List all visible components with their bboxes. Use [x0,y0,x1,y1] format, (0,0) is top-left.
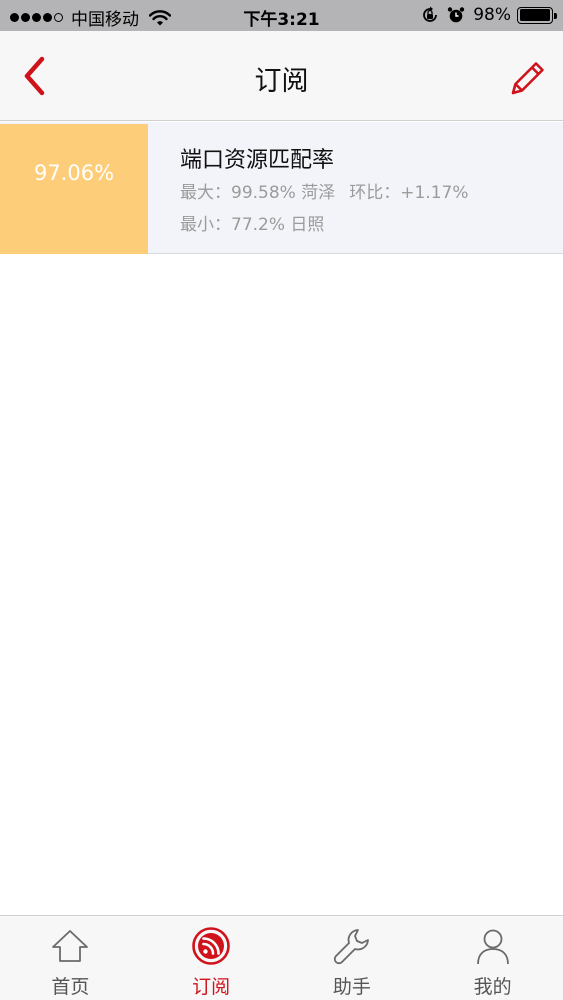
tab-subscribe[interactable]: 订阅 [141,916,282,1000]
tab-label-mine: 我的 [473,976,512,998]
pencil-icon [511,62,544,95]
user-icon [476,929,509,965]
battery-icon [517,6,557,24]
navigation-bar: 订阅 [0,31,563,121]
alarm-icon [447,6,465,24]
ratio-label: 环比： [349,183,401,203]
edit-button[interactable] [507,57,549,99]
tab-bar: 首页 订阅 助手 我的 [0,915,563,1000]
min-label: 最小： [180,215,231,235]
card-max-line: 最大：99.58% 菏泽 环比：+1.17% [180,178,468,203]
tab-mine[interactable]: 我的 [422,916,563,1000]
subscription-list: 97.06% 端口资源匹配率 最大：99.58% 菏泽 环比：+1.17% 最小：… [0,122,563,254]
max-label: 最大： [180,183,231,203]
status-right: 98% [421,5,557,25]
tab-label-home: 首页 [51,976,90,998]
page-title: 订阅 [254,66,309,97]
home-icon [52,930,89,962]
rate-badge: 97.06% [0,124,148,254]
battery-fill [519,9,550,21]
card-title: 端口资源匹配率 [180,148,335,173]
status-bar: 中国移动 下午3:21 98% [0,0,563,31]
rss-icon [192,927,230,965]
subscription-card[interactable]: 97.06% 端口资源匹配率 最大：99.58% 菏泽 环比：+1.17% 最小：… [0,122,563,254]
orientation-lock-icon [421,6,439,24]
max-value: 99.58% [231,183,296,203]
max-city: 菏泽 [301,183,336,203]
wrench-icon [333,929,369,965]
battery-percentage: 98% [473,5,511,25]
tab-label-assistant: 助手 [332,976,371,998]
ratio-value: +1.17% [400,183,469,203]
tab-home[interactable]: 首页 [0,916,141,1000]
tab-assistant[interactable]: 助手 [282,916,423,1000]
min-value: 77.2% [231,215,286,235]
tab-label-subscribe: 订阅 [192,976,231,998]
min-city: 日照 [290,215,325,235]
card-min-line: 最小：77.2% 日照 [180,210,324,235]
